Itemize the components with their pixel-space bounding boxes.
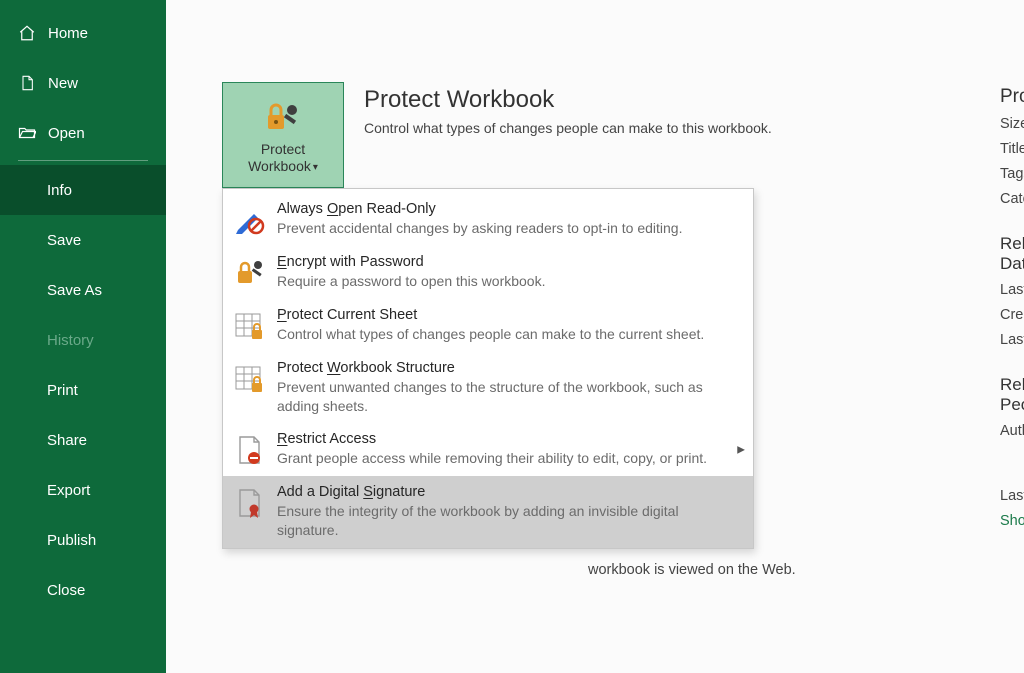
props-show-all[interactable]: Show All Properties bbox=[1000, 509, 1024, 534]
protect-desc: Control what types of changes people can… bbox=[364, 120, 772, 136]
new-file-icon bbox=[18, 74, 36, 92]
dd-ds-pre: Add a Digital bbox=[277, 484, 363, 500]
sidebar-home-label: Home bbox=[48, 25, 88, 42]
sidebar-new[interactable]: New bbox=[0, 58, 166, 108]
dd-pw-pre: Protect bbox=[277, 360, 327, 376]
menu-protect-current-sheet[interactable]: Protect Current Sheet Control what types… bbox=[223, 299, 753, 352]
sidebar-close-label: Close bbox=[47, 582, 85, 599]
props-title: Title bbox=[1000, 137, 1024, 162]
sidebar-new-label: New bbox=[48, 75, 78, 92]
props-related-dates: Related Dates bbox=[1000, 234, 1024, 274]
sidebar-separator bbox=[18, 160, 148, 161]
doc-restrict-icon bbox=[233, 433, 267, 467]
dd-encrypt-sub: Require a password to open this workbook… bbox=[277, 272, 545, 291]
dd-pw-u: W bbox=[327, 360, 340, 376]
sidebar-print[interactable]: Print bbox=[0, 365, 166, 415]
dd-encrypt-post: ncrypt with Password bbox=[287, 254, 424, 270]
props-author: Author bbox=[1000, 419, 1024, 444]
sidebar-home[interactable]: Home bbox=[0, 8, 166, 58]
dd-ra-u: R bbox=[277, 431, 287, 447]
menu-always-open-readonly[interactable]: Always Open Read-Only Prevent accidental… bbox=[223, 193, 753, 246]
props-last-modified-by: Last Modified By bbox=[1000, 484, 1024, 509]
open-folder-icon bbox=[18, 124, 36, 142]
dd-encrypt-u: E bbox=[277, 254, 287, 270]
dd-ps-sub: Control what types of changes people can… bbox=[277, 325, 704, 344]
dd-ds-u: S bbox=[363, 484, 373, 500]
menu-encrypt-password[interactable]: Encrypt with Password Require a password… bbox=[223, 246, 753, 299]
sidebar-history: History bbox=[0, 315, 166, 365]
sidebar-saveas[interactable]: Save As bbox=[0, 265, 166, 315]
dd-readonly-post: pen Read-Only bbox=[338, 201, 436, 217]
sidebar-publish-label: Publish bbox=[47, 532, 96, 549]
properties-panel: Properties Size Title Tags Categories Re… bbox=[1000, 86, 1024, 534]
props-categories: Categories bbox=[1000, 187, 1024, 212]
protect-button-label-1: Protect bbox=[261, 141, 305, 157]
menu-restrict-access[interactable]: Restrict Access Grant people access whil… bbox=[223, 423, 753, 476]
dd-ra-post: estrict Access bbox=[287, 431, 376, 447]
info-main: Protect Workbook▾ Protect Workbook Contr… bbox=[166, 0, 1024, 673]
dd-ps-u: P bbox=[277, 307, 287, 323]
protect-workbook-button[interactable]: Protect Workbook▾ bbox=[222, 82, 344, 188]
props-last-printed: Last Printed bbox=[1000, 328, 1024, 353]
dd-ds-post: ignature bbox=[373, 484, 425, 500]
dd-ra-sub: Grant people access while removing their… bbox=[277, 449, 707, 468]
props-last-modified: Last Modified bbox=[1000, 278, 1024, 303]
sidebar-print-label: Print bbox=[47, 382, 78, 399]
dd-readonly-pre: Always bbox=[277, 201, 327, 217]
chevron-down-icon: ▾ bbox=[313, 162, 318, 173]
props-created: Created bbox=[1000, 303, 1024, 328]
sidebar-save[interactable]: Save bbox=[0, 215, 166, 265]
dd-readonly-sub: Prevent accidental changes by asking rea… bbox=[277, 219, 682, 238]
bg-text-4: workbook is viewed on the Web. bbox=[588, 562, 796, 578]
dd-pw-post: orkbook Structure bbox=[340, 360, 454, 376]
home-icon bbox=[18, 24, 36, 42]
props-size: Size bbox=[1000, 112, 1024, 137]
protect-section: Protect Workbook▾ Protect Workbook Contr… bbox=[222, 82, 1024, 188]
sidebar-save-label: Save bbox=[47, 232, 81, 249]
sidebar-export-label: Export bbox=[47, 482, 90, 499]
submenu-arrow-icon: ▶ bbox=[737, 444, 745, 455]
pencil-prohibit-icon bbox=[233, 203, 267, 237]
sidebar-open[interactable]: Open bbox=[0, 108, 166, 158]
lock-key-icon bbox=[262, 101, 304, 135]
sheet-lock-icon bbox=[233, 309, 267, 343]
dd-pw-sub: Prevent unwanted changes to the structur… bbox=[277, 378, 717, 416]
protect-heading: Protect Workbook bbox=[364, 86, 772, 114]
dd-ps-post: rotect Current Sheet bbox=[287, 307, 418, 323]
sidebar-open-label: Open bbox=[48, 125, 85, 142]
menu-add-digital-signature[interactable]: Add a Digital Signature Ensure the integ… bbox=[223, 476, 753, 548]
sidebar-info[interactable]: Info bbox=[0, 165, 166, 215]
sidebar-share-label: Share bbox=[47, 432, 87, 449]
workbook-lock-icon bbox=[233, 362, 267, 396]
sidebar-history-label: History bbox=[47, 332, 94, 349]
sidebar-close[interactable]: Close bbox=[0, 565, 166, 615]
dd-readonly-u: O bbox=[327, 201, 338, 217]
props-tags: Tags bbox=[1000, 162, 1024, 187]
menu-protect-workbook-structure[interactable]: Protect Workbook Structure Prevent unwan… bbox=[223, 352, 753, 424]
props-related-people: Related People bbox=[1000, 375, 1024, 415]
sidebar-info-label: Info bbox=[47, 182, 72, 199]
sidebar-export[interactable]: Export bbox=[0, 465, 166, 515]
protect-button-label-2: Workbook bbox=[248, 158, 311, 174]
props-header: Properties bbox=[1000, 86, 1024, 108]
protect-dropdown-menu: Always Open Read-Only Prevent accidental… bbox=[222, 188, 754, 549]
sidebar-publish[interactable]: Publish bbox=[0, 515, 166, 565]
backstage-sidebar: Home New Open Info Save Save As History bbox=[0, 0, 166, 673]
lock-key-small-icon bbox=[233, 256, 267, 290]
sidebar-share[interactable]: Share bbox=[0, 415, 166, 465]
doc-signature-icon bbox=[233, 486, 267, 520]
sidebar-saveas-label: Save As bbox=[47, 282, 102, 299]
dd-ds-sub: Ensure the integrity of the workbook by … bbox=[277, 502, 717, 540]
